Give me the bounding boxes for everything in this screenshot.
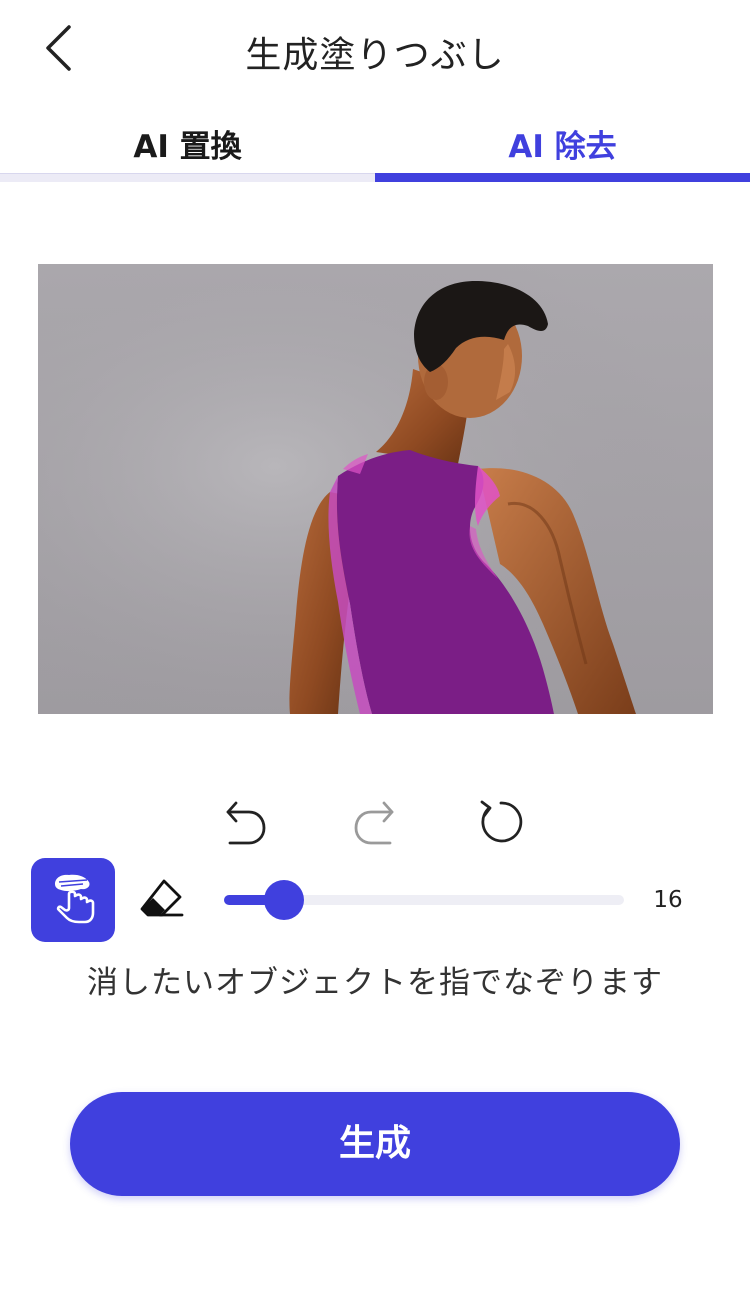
undo-button[interactable] [216, 792, 276, 856]
undo-icon [224, 797, 268, 851]
brush-hand-icon [47, 870, 99, 930]
generate-button[interactable]: 生成 [70, 1092, 680, 1196]
tab-ai-replace[interactable]: AI 置換 [0, 118, 375, 176]
brush-tool-button[interactable] [31, 858, 115, 942]
history-controls [0, 792, 750, 856]
tab-ai-remove[interactable]: AI 除去 [375, 118, 750, 176]
page-title: 生成塗りつぶし [245, 35, 505, 76]
reset-button[interactable] [471, 792, 531, 856]
reset-icon [476, 797, 526, 851]
brush-size-slider[interactable] [224, 880, 624, 920]
eraser-tool-button[interactable] [132, 872, 192, 928]
brush-size-value: 16 [653, 887, 683, 913]
eraser-icon [138, 875, 186, 925]
brush-controls: 16 [0, 858, 750, 944]
instruction-text: 消したいオブジェクトを指でなぞります [87, 965, 663, 1001]
tab-track [0, 173, 375, 182]
redo-button[interactable] [344, 792, 404, 856]
slider-thumb[interactable] [264, 880, 304, 920]
header: 生成塗りつぶし [0, 0, 750, 100]
redo-icon [352, 797, 396, 851]
active-tab-indicator [375, 173, 750, 182]
photo-canvas[interactable] [38, 264, 713, 714]
